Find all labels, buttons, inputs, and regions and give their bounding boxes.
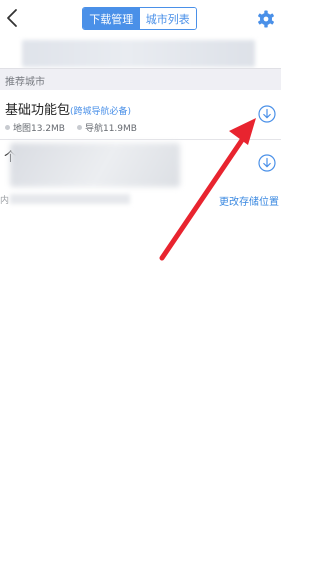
redacted-banner: [22, 40, 255, 67]
top-bar: 下载管理 城市列表: [0, 0, 281, 38]
chevron-left-icon[interactable]: [2, 6, 24, 30]
tab-city-list[interactable]: 城市列表: [139, 8, 196, 29]
list-item-city[interactable]: 个: [0, 140, 281, 190]
nav-size: 导航11.9MB: [84, 124, 137, 134]
gear-icon[interactable]: [256, 9, 276, 29]
item-meta: 地图13.2MB 导航11.9MB: [5, 121, 137, 134]
section-header: 推荐城市: [0, 68, 281, 90]
item-title-text: 基础功能包: [5, 103, 71, 118]
item-subtitle: (跨城导航必备): [70, 107, 132, 117]
download-circle-icon[interactable]: [258, 105, 276, 123]
section-title: 推荐城市: [5, 77, 45, 88]
download-circle-icon[interactable]: [258, 154, 276, 172]
change-storage-link[interactable]: 更改存储位置: [219, 193, 279, 208]
redacted-storage-text: [10, 194, 130, 204]
map-size: 地图13.2MB: [13, 124, 65, 134]
item-title: 基础功能包(跨城导航必备): [5, 99, 131, 118]
segmented-control: 下载管理 城市列表: [82, 7, 197, 30]
tab-download-management[interactable]: 下载管理: [83, 8, 140, 29]
dot-icon: [76, 125, 82, 130]
redacted-row: [10, 143, 180, 187]
dot-icon: [5, 125, 10, 130]
storage-note: 内: [0, 196, 10, 206]
list-item-basic-package[interactable]: 基础功能包(跨城导航必备) 地图13.2MB 导航11.9MB: [0, 91, 281, 140]
